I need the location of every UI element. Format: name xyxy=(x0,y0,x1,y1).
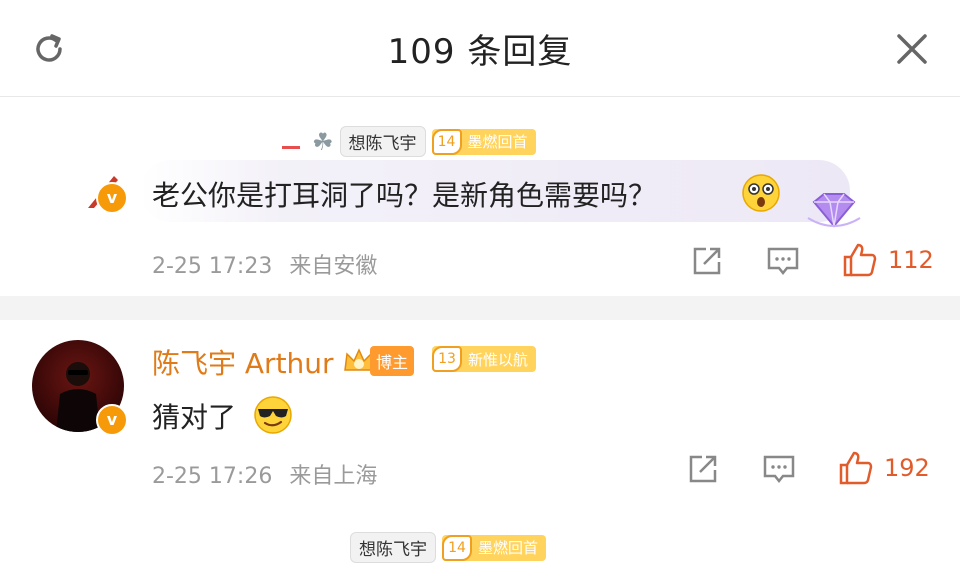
share-icon[interactable] xyxy=(690,244,724,278)
comment-timestamp: 2-25 17:26 xyxy=(152,464,273,489)
username-fragment xyxy=(282,146,300,149)
diamond-badge-icon xyxy=(807,193,861,228)
comment-timestamp: 2-25 17:23 xyxy=(152,254,273,279)
fan-level-badge: 13 新惟以航 xyxy=(432,346,537,372)
section-divider xyxy=(0,296,960,320)
like-count: 192 xyxy=(884,454,930,482)
fan-level-tag: 新惟以航 xyxy=(468,350,529,369)
like-button[interactable]: 192 xyxy=(838,450,930,486)
comment-meta: 2-25 17:23 来自安徽 xyxy=(152,248,377,280)
fan-level-number: 13 xyxy=(432,346,462,372)
reply-sheet-header: 109 条回复 xyxy=(0,0,960,97)
fan-level-tag: 墨燃回首 xyxy=(478,539,539,557)
comment-icon[interactable] xyxy=(766,244,800,278)
comment-location: 来自安徽 xyxy=(289,254,378,279)
thumbs-up-icon xyxy=(839,451,873,485)
host-label: 博主 xyxy=(370,346,415,376)
reply-reference[interactable]: ☘ 想陈飞宇 14 墨燃回首 xyxy=(312,126,536,157)
share-icon[interactable] xyxy=(686,452,720,486)
thumbs-up-icon xyxy=(843,243,877,277)
reply-to-user[interactable]: 想陈飞宇 xyxy=(339,126,426,157)
fan-level-tag: 墨燃回首 xyxy=(467,133,528,151)
like-count: 112 xyxy=(888,246,934,274)
comment-text: 猜对了 xyxy=(152,401,237,434)
clover-icon: ☘ xyxy=(312,127,334,156)
verified-badge-icon: v xyxy=(96,404,128,436)
sunglasses-emoji-icon xyxy=(254,396,292,434)
host-badge: 博主 xyxy=(342,346,415,376)
comment-username[interactable]: 陈飞宇 Arthur xyxy=(152,342,334,382)
fan-level: 13 新惟以航 xyxy=(432,346,537,372)
comment-text: 老公你是打耳洞了吗？是新角色需要吗？ xyxy=(152,179,657,212)
close-icon[interactable] xyxy=(893,30,931,68)
comment-location: 来自上海 xyxy=(289,464,378,489)
page-title: 109 条回复 xyxy=(387,32,573,72)
comment-icon[interactable] xyxy=(762,452,796,486)
fan-level-badge: 14 墨燃回首 xyxy=(431,128,536,155)
fan-level-number: 14 xyxy=(431,128,462,155)
like-button[interactable]: 112 xyxy=(842,242,934,278)
surprised-emoji-icon xyxy=(742,174,780,212)
next-comment-reference[interactable]: 想陈飞宇 14 墨燃回首 xyxy=(350,532,547,563)
fan-level-badge: 14 墨燃回首 xyxy=(442,534,547,561)
comment-meta: 2-25 17:26 来自上海 xyxy=(152,458,377,490)
fan-level-number: 14 xyxy=(442,534,472,561)
verified-badge-icon: v xyxy=(96,182,128,214)
reply-to-user[interactable]: 想陈飞宇 xyxy=(350,532,436,563)
